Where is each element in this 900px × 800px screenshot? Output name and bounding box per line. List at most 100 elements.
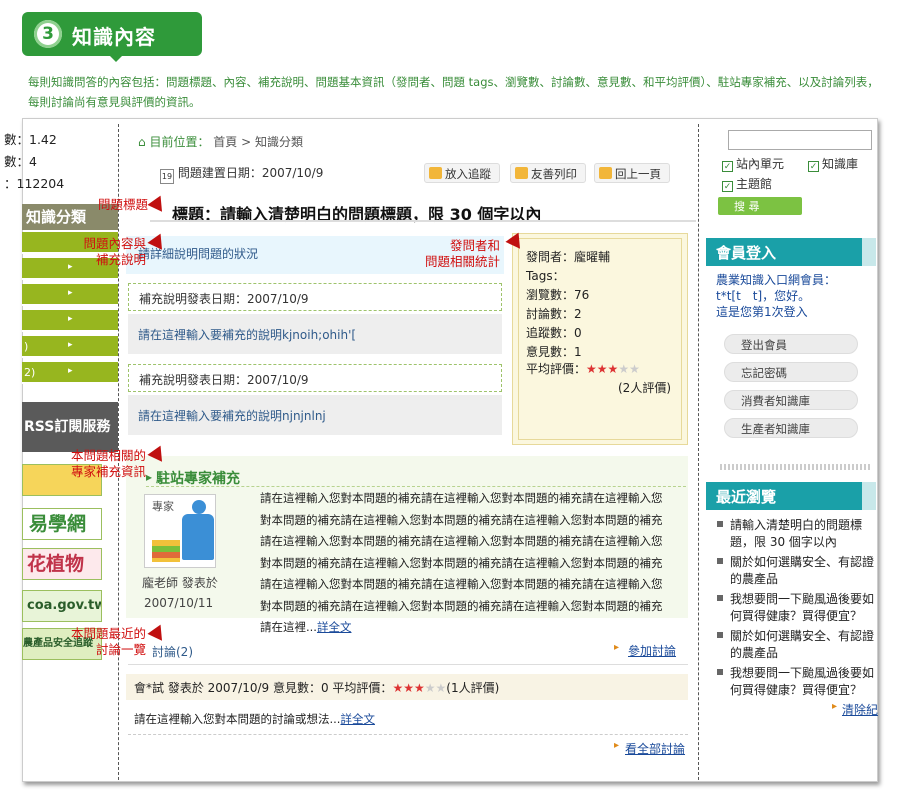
- logout-button[interactable]: 登出會員: [724, 334, 858, 354]
- checkbox-label: 知識庫: [822, 157, 859, 171]
- post-read-more-link[interactable]: 詳全文: [340, 712, 375, 726]
- recent-item-label: 關於如何選購安全、有認證的農產品: [730, 555, 875, 586]
- check-icon: ✓: [722, 181, 733, 192]
- star-filled-icon: ★: [413, 681, 425, 695]
- track-count: 追蹤數：0: [526, 326, 582, 340]
- rating-stars: ★★★★★: [586, 362, 640, 376]
- recent-item[interactable]: 關於如何選購安全、有認證的農產品: [716, 628, 876, 662]
- arrow-icon: ▸: [614, 642, 620, 653]
- all-discussions-link[interactable]: 看全部討論: [625, 740, 685, 757]
- expert-date: 2007/10/11: [144, 596, 214, 610]
- site-stat-2: 數：4: [4, 154, 37, 169]
- banner-3[interactable]: 花植物園: [22, 548, 102, 580]
- created-label: 問題建置日期：2007/10/9: [177, 166, 324, 180]
- member-info: 農業知識入口網會員： t*t[t t]，您好。 這是您第1次登入: [716, 272, 836, 320]
- person-icon-head: [192, 500, 206, 514]
- track-button[interactable]: 放入追蹤: [424, 163, 500, 183]
- checkbox-label: 站內單元: [736, 157, 785, 171]
- rating-count: (2人評價): [618, 381, 671, 395]
- star-empty-icon: ★: [424, 681, 436, 695]
- bullet-icon: [717, 558, 723, 564]
- print-icon: [515, 167, 528, 179]
- consumer-kb-button[interactable]: 消費者知識庫: [724, 390, 858, 410]
- annotation-discussion: 本問題最近的 討論一覽: [70, 626, 146, 657]
- chevron-right-icon: ▸: [68, 340, 73, 350]
- back-button[interactable]: 回上一頁: [594, 163, 670, 183]
- expert-text-body: 請在這裡輸入您對本問題的補充請在這裡輸入您對本問題的補充請在這裡輸入您對本問題的…: [260, 491, 663, 634]
- category-item[interactable]: 2) ▸: [22, 362, 118, 384]
- breadcrumb: ⌂ 目前位置： 首頁 > 知識分類: [138, 133, 303, 150]
- recent-item[interactable]: 我想要問一下颱風過後要如何買得健康？買得便宜？: [716, 665, 876, 699]
- expert-title: 駐站專家補充: [156, 471, 240, 487]
- track-label: 放入追蹤: [445, 167, 491, 181]
- chevron-right-icon: ▸: [68, 366, 73, 376]
- checkbox-site-units[interactable]: ✓ 站內單元: [722, 155, 784, 172]
- recent-item[interactable]: 關於如何選購安全、有認證的農產品: [716, 554, 876, 588]
- column-divider-right: [698, 124, 699, 780]
- breadcrumb-separator: >: [241, 135, 252, 149]
- join-discussion-link[interactable]: 參加討論: [628, 642, 676, 659]
- header-accent: [862, 238, 876, 266]
- expert-read-more-link[interactable]: 詳全文: [317, 620, 352, 634]
- rating-label: 平均評價：: [526, 362, 587, 376]
- checkbox-label: 主題館: [736, 177, 773, 191]
- average-rating: 平均評價：★★★★★: [526, 360, 640, 377]
- supplement-date: 補充說明發表日期：2007/10/9: [128, 283, 502, 311]
- star-filled-icon: ★: [586, 362, 597, 376]
- category-item-label: 2): [24, 366, 36, 379]
- expert-divider: [146, 486, 686, 487]
- back-icon: [599, 167, 612, 179]
- discussion-label[interactable]: 討論(2): [152, 643, 193, 660]
- expert-tag: 專家: [152, 500, 174, 513]
- category-item-label: ): [24, 340, 29, 353]
- calendar-icon: 19: [160, 169, 174, 184]
- recent-item[interactable]: 請輸入清楚明白的問題標題，限 30 個字以內: [716, 517, 876, 551]
- star-filled-icon: ★: [403, 681, 414, 695]
- header-accent: [862, 482, 876, 510]
- bullet-icon: [717, 595, 723, 601]
- chevron-right-icon: ▸: [68, 314, 73, 324]
- recent-header: 最近瀏覽: [706, 482, 876, 510]
- category-item[interactable]: ) ▸: [22, 336, 118, 358]
- member-login-title: 會員登入: [716, 244, 777, 262]
- producer-kb-button[interactable]: 生產者知識庫: [724, 418, 858, 438]
- star-filled-icon: ★: [607, 362, 619, 376]
- home-icon: ⌂: [138, 135, 146, 149]
- breadcrumb-prefix: 目前位置：: [149, 135, 210, 149]
- books-icon: [152, 540, 180, 562]
- clear-history-link[interactable]: 清除紀: [842, 701, 878, 718]
- category-item[interactable]: ▸: [22, 310, 118, 332]
- breadcrumb-current[interactable]: 知識分類: [255, 135, 303, 149]
- supplement-date: 補充說明發表日期：2007/10/9: [128, 364, 502, 392]
- post-divider: [128, 734, 688, 735]
- rss-service[interactable]: RSS訂閱服務: [22, 402, 118, 452]
- recent-item-label: 我想要問一下颱風過後要如何買得健康？買得便宜？: [730, 666, 875, 697]
- star-filled-icon: ★: [596, 362, 608, 376]
- annotation-expert: 本問題相關的 專家補充資訊: [70, 448, 146, 479]
- search-button[interactable]: 搜 尋: [718, 197, 802, 215]
- star-empty-icon: ★: [618, 362, 630, 376]
- asker-tags: Tags：: [526, 269, 565, 283]
- play-icon: ▸: [146, 470, 153, 484]
- category-item[interactable]: ▸: [22, 284, 118, 306]
- forgot-password-button[interactable]: 忘記密碼: [724, 362, 858, 382]
- print-label: 友善列印: [531, 167, 577, 181]
- banner-2[interactable]: 易學網: [22, 508, 102, 540]
- badge-pointer: [108, 54, 124, 62]
- print-button[interactable]: 友善列印: [510, 163, 586, 183]
- recent-item-label: 請輸入清楚明白的問題標題，限 30 個字以內: [730, 518, 863, 549]
- annotation-asker: 發問者和 問題相關統計: [424, 238, 500, 269]
- recent-item[interactable]: 我想要問一下颱風過後要如何買得健康？買得便宜？: [716, 591, 876, 625]
- recent-item-label: 我想要問一下颱風過後要如何買得健康？買得便宜？: [730, 592, 875, 623]
- member-login-header: 會員登入: [706, 238, 876, 266]
- search-input[interactable]: [728, 130, 872, 150]
- asker-name: 發問者：龐曜輔: [526, 250, 611, 264]
- title-underline: [150, 220, 696, 222]
- divider-dots: [720, 464, 870, 470]
- checkbox-knowledge-base[interactable]: ✓ 知識庫: [808, 155, 858, 172]
- breadcrumb-home[interactable]: 首頁: [213, 135, 237, 149]
- banner-4[interactable]: coa.gov.tw: [22, 590, 102, 622]
- checkbox-theme-hall[interactable]: ✓ 主題館: [722, 175, 772, 192]
- back-label: 回上一頁: [615, 167, 661, 181]
- person-icon: [182, 514, 214, 560]
